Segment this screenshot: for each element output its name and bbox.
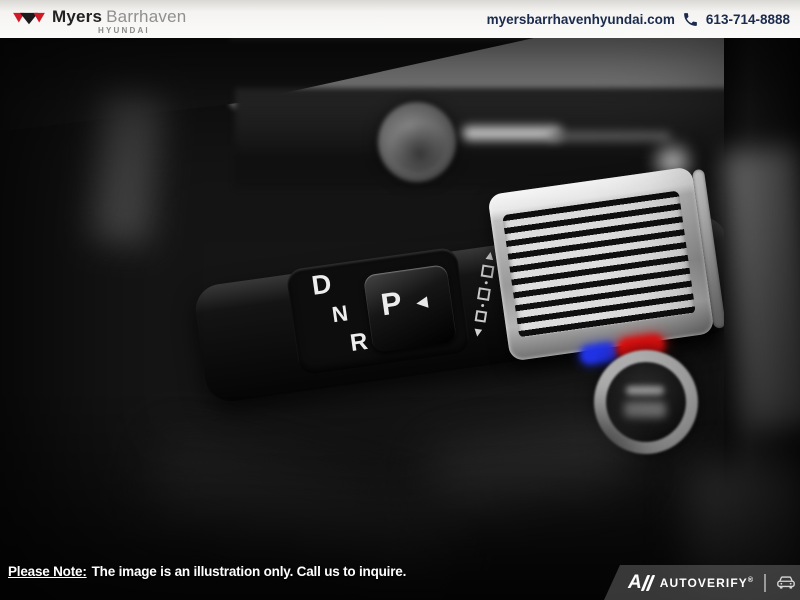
phone-icon: [682, 11, 699, 28]
vehicle-photo: D N R P ◀ ▲ ▼: [0, 38, 800, 600]
disclaimer-note: Please Note: The image is an illustration…: [8, 564, 406, 579]
header-phone: 613-714-8888: [706, 12, 790, 27]
header-website: myersbarrhavenhyundai.com: [487, 12, 675, 27]
autoverify-name: AUTOVERIFY: [660, 576, 748, 590]
autoverify-logo-icon: A: [628, 573, 652, 592]
logo-name-bold: Myers: [52, 7, 102, 26]
logo-brand-hyundai: HYUNDAI: [98, 27, 186, 35]
logo-name-light: Barrhaven: [106, 7, 186, 26]
photo-vignette: [0, 38, 800, 600]
myers-diamond-icon: [12, 7, 46, 29]
badge-divider: [764, 574, 766, 592]
car-icon: [776, 575, 796, 590]
dealer-vehicle-image: MyersBarrhaven HYUNDAI myersbarrhavenhyu…: [0, 0, 800, 600]
dealer-logo-text: MyersBarrhaven HYUNDAI: [52, 4, 186, 35]
autoverify-wordmark: AUTOVERIFY®: [660, 576, 754, 590]
disclaimer-text: The image is an illustration only. Call …: [92, 564, 407, 579]
header-contact: myersbarrhavenhyundai.com 613-714-8888: [487, 11, 800, 28]
registered-trademark: ®: [748, 577, 754, 584]
autoverify-mark-letter: A: [628, 573, 642, 592]
disclaimer-label: Please Note:: [8, 564, 87, 579]
dealer-logo: MyersBarrhaven HYUNDAI: [0, 4, 186, 35]
autoverify-badge: A AUTOVERIFY®: [604, 565, 800, 600]
header-bar: MyersBarrhaven HYUNDAI myersbarrhavenhyu…: [0, 0, 800, 38]
